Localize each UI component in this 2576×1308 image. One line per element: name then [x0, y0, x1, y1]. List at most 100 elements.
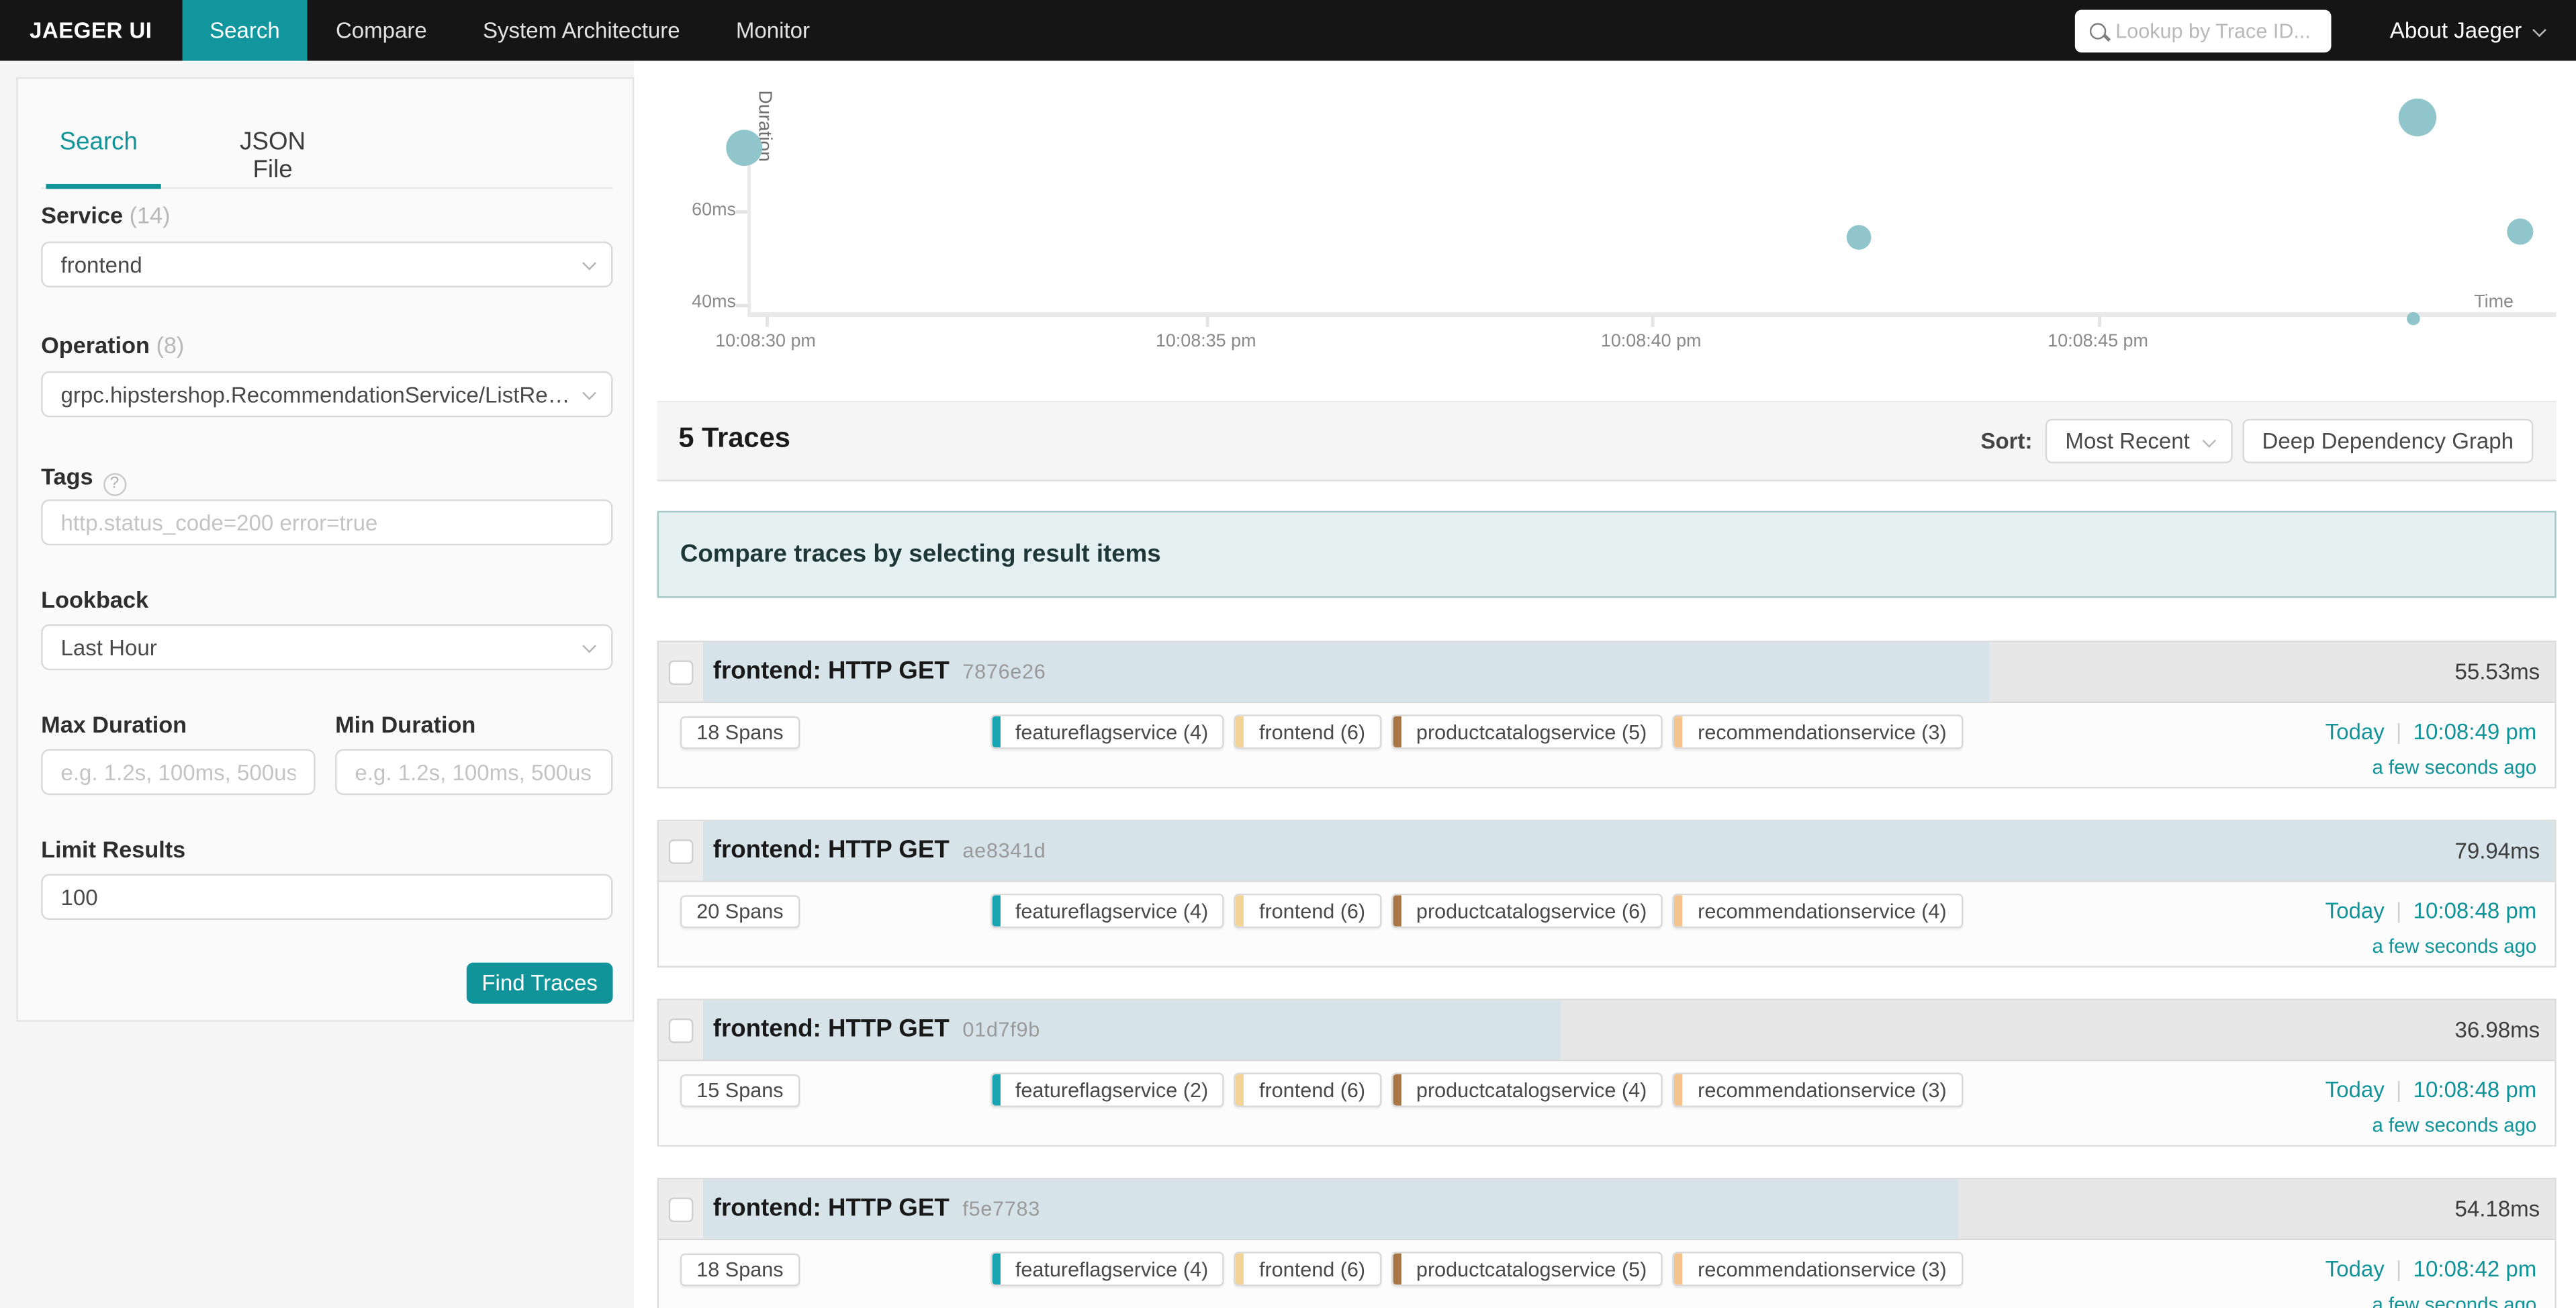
- x-tick-label: 10:08:40 pm: [1601, 332, 1702, 351]
- app-logo[interactable]: JAEGER UI: [0, 0, 182, 61]
- trace-row-body: 20 Spans featureflagservice (4) frontend…: [659, 882, 2555, 966]
- chevron-down-icon: [582, 386, 596, 400]
- service-color-strip: [1675, 895, 1683, 926]
- tab-search[interactable]: Search: [41, 128, 156, 184]
- x-axis-label: Time: [2474, 292, 2514, 312]
- timestamp-line: Today|10:08:48 pm: [2326, 898, 2537, 923]
- x-tick-label: 10:08:45 pm: [2048, 332, 2148, 351]
- trace-duration: 55.53ms: [2455, 659, 2540, 684]
- service-color-strip: [1393, 1254, 1401, 1284]
- operation-label: Operation (8): [41, 332, 184, 358]
- find-traces-button[interactable]: Find Traces: [467, 963, 613, 1004]
- trace-duration: 79.94ms: [2455, 839, 2540, 863]
- min-duration-input[interactable]: [355, 759, 593, 784]
- trace-id-lookup-input[interactable]: [2115, 19, 2315, 42]
- trace-row-header: frontend: HTTP GETf5e7783 54.18ms: [659, 1180, 2555, 1241]
- trace-header-area: frontend: HTTP GET01d7f9b 36.98ms: [703, 1000, 2555, 1060]
- trace-row-body: 15 Spans featureflagservice (2) frontend…: [659, 1061, 2555, 1145]
- service-tags: featureflagservice (4) frontend (6) prod…: [991, 714, 1963, 749]
- operation-select[interactable]: grpc.hipstershop.RecommendationService/L…: [41, 371, 612, 418]
- trace-name: frontend: HTTP GET01d7f9b: [713, 1015, 1040, 1045]
- y-axis-line: [747, 140, 751, 316]
- scatter-point[interactable]: [2508, 218, 2534, 244]
- x-tick-label: 10:08:35 pm: [1156, 332, 1256, 351]
- limit-results-wrap: [41, 874, 612, 921]
- checkbox-cell: [659, 1180, 703, 1239]
- nav-tab-search[interactable]: Search: [182, 0, 308, 61]
- trace-row-header: frontend: HTTP GET7876e26 55.53ms: [659, 643, 2555, 704]
- x-tick-label: 10:08:30 pm: [715, 332, 816, 351]
- chevron-down-icon: [582, 256, 596, 271]
- separator: |: [2396, 1257, 2402, 1282]
- service-tag: productcatalogservice (5): [1391, 714, 1663, 749]
- service-tag: productcatalogservice (4): [1391, 1073, 1663, 1107]
- about-jaeger-label: About Jaeger: [2390, 18, 2522, 43]
- lookback-select[interactable]: Last Hour: [41, 624, 612, 671]
- service-tags: featureflagservice (4) frontend (6) prod…: [991, 894, 1963, 928]
- trace-result-row[interactable]: frontend: HTTP GET7876e26 55.53ms 18 Spa…: [657, 641, 2557, 788]
- scatter-point[interactable]: [726, 130, 762, 166]
- span-count-chip: 15 Spans: [680, 1074, 800, 1107]
- service-color-strip: [993, 716, 1001, 747]
- tags-input[interactable]: [61, 510, 594, 535]
- service-color-strip: [993, 1254, 1001, 1284]
- results-header-band: 5 Traces Sort: Most Recent Deep Dependen…: [657, 401, 2557, 481]
- service-tag: frontend (6): [1234, 894, 1381, 928]
- trace-result-row[interactable]: frontend: HTTP GET01d7f9b 36.98ms 15 Spa…: [657, 998, 2557, 1146]
- x-tick: [1206, 316, 1209, 327]
- trace-select-checkbox[interactable]: [669, 839, 694, 863]
- service-tags: featureflagservice (2) frontend (6) prod…: [991, 1073, 1963, 1107]
- limit-results-label: Limit Results: [41, 836, 185, 862]
- service-select[interactable]: frontend: [41, 242, 612, 288]
- x-tick: [766, 316, 768, 327]
- y-tick-label: 40ms: [670, 292, 736, 312]
- checkbox-cell: [659, 1000, 703, 1060]
- tags-label: Tags?: [41, 463, 126, 496]
- trace-result-row[interactable]: frontend: HTTP GETf5e7783 54.18ms 18 Spa…: [657, 1178, 2557, 1308]
- max-duration-input[interactable]: [61, 759, 296, 784]
- separator: |: [2396, 1078, 2402, 1103]
- service-color-strip: [1675, 716, 1683, 747]
- trace-id-lookup[interactable]: [2074, 9, 2331, 52]
- chevron-down-icon: [582, 639, 596, 653]
- y-tick: [736, 210, 747, 213]
- service-tag: frontend (6): [1234, 1252, 1381, 1286]
- help-icon[interactable]: ?: [103, 472, 126, 495]
- about-jaeger-menu[interactable]: About Jaeger: [2390, 0, 2543, 61]
- limit-results-input[interactable]: [61, 884, 594, 909]
- timestamp-line: Today|10:08:42 pm: [2326, 1257, 2537, 1282]
- x-tick: [2098, 316, 2101, 327]
- checkbox-cell: [659, 821, 703, 880]
- sort-select[interactable]: Most Recent: [2045, 419, 2232, 463]
- nav-tab-monitor[interactable]: Monitor: [708, 0, 837, 61]
- tab-json-file[interactable]: JSON File: [222, 128, 324, 184]
- scatter-point[interactable]: [2407, 312, 2420, 325]
- timestamp-line: Today|10:08:48 pm: [2326, 1078, 2537, 1103]
- service-label: Service (14): [41, 202, 170, 228]
- scatter-point[interactable]: [2399, 98, 2436, 136]
- service-color-strip: [1393, 716, 1401, 747]
- trace-select-checkbox[interactable]: [669, 1018, 694, 1043]
- trace-result-row[interactable]: frontend: HTTP GETae8341d 79.94ms 20 Spa…: [657, 820, 2557, 968]
- trace-select-checkbox[interactable]: [669, 1197, 694, 1221]
- relative-time: a few seconds ago: [2326, 1114, 2537, 1137]
- separator: |: [2396, 720, 2402, 745]
- trace-name: frontend: HTTP GETae8341d: [713, 836, 1046, 866]
- deep-dependency-graph-button[interactable]: Deep Dependency Graph: [2242, 419, 2533, 463]
- service-color-strip: [1675, 1074, 1683, 1105]
- nav-tab-compare[interactable]: Compare: [308, 0, 455, 61]
- service-tag: featureflagservice (4): [991, 1252, 1224, 1286]
- trace-row-body: 18 Spans featureflagservice (4) frontend…: [659, 1240, 2555, 1308]
- trace-select-checkbox[interactable]: [669, 659, 694, 684]
- sidebar-tabs: Search JSON File: [41, 128, 324, 184]
- nav-tab-system-architecture[interactable]: System Architecture: [455, 0, 708, 61]
- scatter-point[interactable]: [1846, 225, 1871, 250]
- trace-name: frontend: HTTP GETf5e7783: [713, 1195, 1040, 1224]
- service-tag: productcatalogservice (6): [1391, 894, 1663, 928]
- trace-name: frontend: HTTP GET7876e26: [713, 657, 1046, 687]
- active-tab-underline: [46, 184, 161, 188]
- results-controls: Sort: Most Recent Deep Dependency Graph: [1980, 419, 2533, 463]
- service-tag: recommendationservice (3): [1673, 714, 1963, 749]
- trace-timestamp: Today|10:08:42 pm a few seconds ago: [2326, 1257, 2537, 1308]
- x-tick: [1651, 316, 1654, 327]
